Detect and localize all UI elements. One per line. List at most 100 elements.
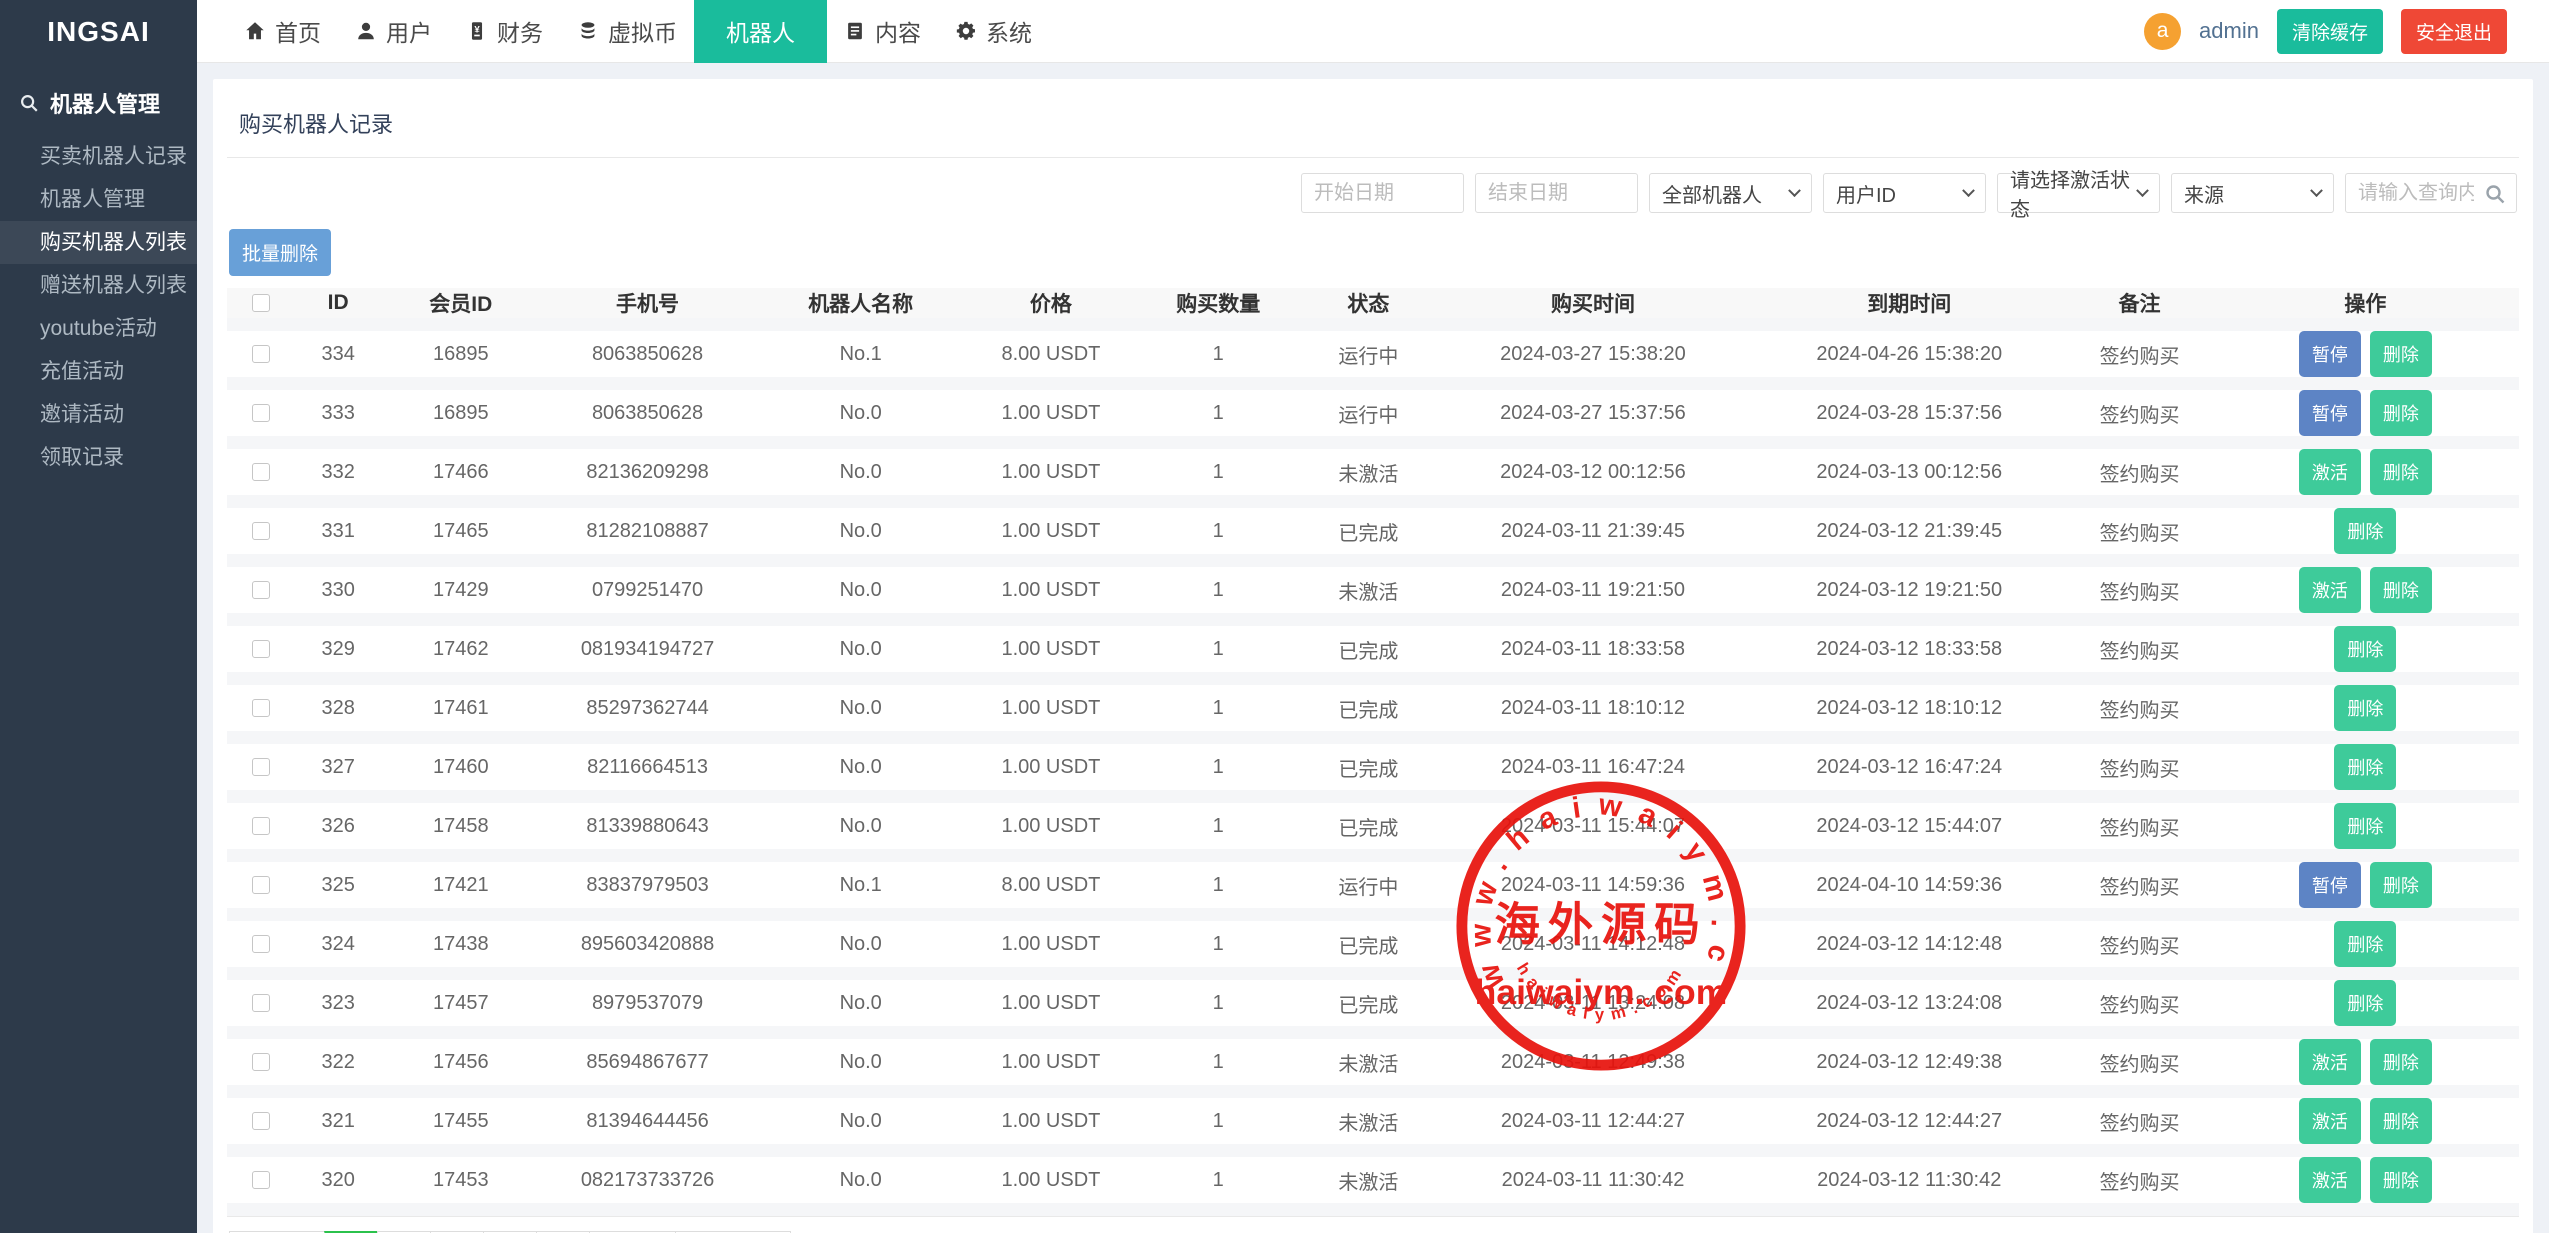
cell-actions: 删除 (2212, 915, 2519, 974)
row-checkbox[interactable] (252, 463, 270, 481)
sidebar-item[interactable]: youtube活动 (0, 307, 197, 350)
nav-item[interactable]: 虚拟币 (560, 0, 694, 63)
pause-button[interactable]: 暂停 (2299, 862, 2361, 908)
sidebar-item[interactable]: 领取记录 (0, 436, 197, 479)
sidebar-item[interactable]: 赠送机器人列表 (0, 264, 197, 307)
activate-button[interactable]: 激活 (2299, 1039, 2361, 1085)
cell-status: 已完成 (1302, 679, 1435, 738)
activation-status-select[interactable]: 请选择激活状态 (1997, 173, 2160, 213)
delete-button[interactable]: 删除 (2370, 862, 2432, 908)
batch-delete-button[interactable]: 批量删除 (229, 229, 331, 276)
delete-button[interactable]: 删除 (2370, 1098, 2432, 1144)
delete-button[interactable]: 删除 (2370, 567, 2432, 613)
delete-button[interactable]: 删除 (2370, 331, 2432, 377)
row-checkbox[interactable] (252, 994, 270, 1012)
cell-actions: 激活删除 (2212, 1092, 2519, 1151)
row-checkbox[interactable] (252, 345, 270, 363)
pause-button[interactable]: 暂停 (2299, 390, 2361, 436)
cell-buy_time: 2024-03-11 21:39:45 (1435, 502, 1751, 561)
cell-phone: 8063850628 (541, 384, 754, 443)
delete-button[interactable]: 删除 (2370, 1157, 2432, 1203)
delete-button[interactable]: 删除 (2334, 508, 2396, 554)
row-checkbox[interactable] (252, 935, 270, 953)
cell-buy_time: 2024-03-27 15:38:20 (1435, 325, 1751, 384)
cell-id: 324 (296, 915, 381, 974)
activate-button[interactable]: 激活 (2299, 449, 2361, 495)
delete-button[interactable]: 删除 (2370, 1039, 2432, 1085)
cell-price: 8.00 USDT (967, 856, 1134, 915)
pause-button[interactable]: 暂停 (2299, 331, 2361, 377)
delete-button[interactable]: 删除 (2370, 390, 2432, 436)
row-checkbox[interactable] (252, 1112, 270, 1130)
cell-buy_time: 2024-03-11 14:12:48 (1435, 915, 1751, 974)
cell-buy_time: 2024-03-11 18:10:12 (1435, 679, 1751, 738)
row-checkbox[interactable] (252, 404, 270, 422)
row-checkbox[interactable] (252, 640, 270, 658)
row-checkbox[interactable] (252, 817, 270, 835)
cell-status: 运行中 (1302, 856, 1435, 915)
cell-buy_time: 2024-03-11 12:44:27 (1435, 1092, 1751, 1151)
nav-item[interactable]: 机器人 (694, 0, 827, 63)
row-checkbox[interactable] (252, 581, 270, 599)
logout-button[interactable]: 安全退出 (2401, 9, 2507, 54)
activate-button[interactable]: 激活 (2299, 567, 2361, 613)
delete-button[interactable]: 删除 (2334, 803, 2396, 849)
table-row: 334168958063850628No.18.00 USDT1运行中2024-… (227, 325, 2519, 384)
activate-button[interactable]: 激活 (2299, 1157, 2361, 1203)
delete-button[interactable]: 删除 (2370, 449, 2432, 495)
sidebar-item[interactable]: 买卖机器人记录 (0, 135, 197, 178)
cell-robot_name: No.0 (754, 915, 967, 974)
chevron-down-icon (1962, 184, 1975, 197)
delete-button[interactable]: 删除 (2334, 626, 2396, 672)
cell-remark: 签约购买 (2067, 384, 2211, 443)
delete-button[interactable]: 删除 (2334, 921, 2396, 967)
cell-status: 已完成 (1302, 974, 1435, 1033)
sidebar-item[interactable]: 机器人管理 (0, 178, 197, 221)
sidebar-item[interactable]: 购买机器人列表 (0, 221, 197, 264)
search-icon[interactable] (2483, 182, 2507, 206)
activate-button[interactable]: 激活 (2299, 1098, 2361, 1144)
cell-quantity: 1 (1135, 738, 1302, 797)
delete-button[interactable]: 删除 (2334, 980, 2396, 1026)
nav-item[interactable]: ¥财务 (449, 0, 560, 63)
cell-id: 329 (296, 620, 381, 679)
sidebar-item[interactable]: 邀请活动 (0, 393, 197, 436)
cell-robot_name: No.0 (754, 620, 967, 679)
nav-item[interactable]: 系统 (938, 0, 1049, 63)
row-checkbox[interactable] (252, 876, 270, 894)
cell-robot_name: No.0 (754, 443, 967, 502)
table-row: 330174290799251470No.01.00 USDT1未激活2024-… (227, 561, 2519, 620)
nav-item[interactable]: 内容 (827, 0, 938, 63)
cell-buy_time: 2024-03-11 12:49:38 (1435, 1033, 1751, 1092)
row-checkbox[interactable] (252, 758, 270, 776)
cell-id: 330 (296, 561, 381, 620)
cell-remark: 签约购买 (2067, 325, 2211, 384)
sidebar-item[interactable]: 充值活动 (0, 350, 197, 393)
cell-robot_name: No.0 (754, 797, 967, 856)
cell-quantity: 1 (1135, 443, 1302, 502)
start-date-input[interactable] (1301, 173, 1464, 213)
source-select[interactable]: 来源 (2171, 173, 2334, 213)
nav-item[interactable]: 用户 (338, 0, 449, 63)
row-checkbox[interactable] (252, 522, 270, 540)
cell-member_id: 17453 (381, 1151, 541, 1210)
column-header: 手机号 (541, 288, 754, 325)
row-checkbox[interactable] (252, 1171, 270, 1189)
robot-select[interactable]: 全部机器人 (1649, 173, 1812, 213)
end-date-input[interactable] (1475, 173, 1638, 213)
cell-robot_name: No.1 (754, 325, 967, 384)
nav-item[interactable]: 首页 (227, 0, 338, 63)
select-all-checkbox[interactable] (252, 294, 270, 312)
row-checkbox[interactable] (252, 699, 270, 717)
delete-button[interactable]: 删除 (2334, 744, 2396, 790)
row-checkbox[interactable] (252, 1053, 270, 1071)
cell-phone: 82116664513 (541, 738, 754, 797)
user-id-select[interactable]: 用户ID (1823, 173, 1986, 213)
clear-cache-button[interactable]: 清除缓存 (2277, 9, 2383, 54)
cell-expire_time: 2024-03-12 12:49:38 (1751, 1033, 2067, 1092)
delete-button[interactable]: 删除 (2334, 685, 2396, 731)
cell-actions: 删除 (2212, 738, 2519, 797)
brand-logo: INGSAI (0, 0, 197, 63)
source-select-value: 来源 (2184, 179, 2224, 208)
cell-actions: 激活删除 (2212, 561, 2519, 620)
